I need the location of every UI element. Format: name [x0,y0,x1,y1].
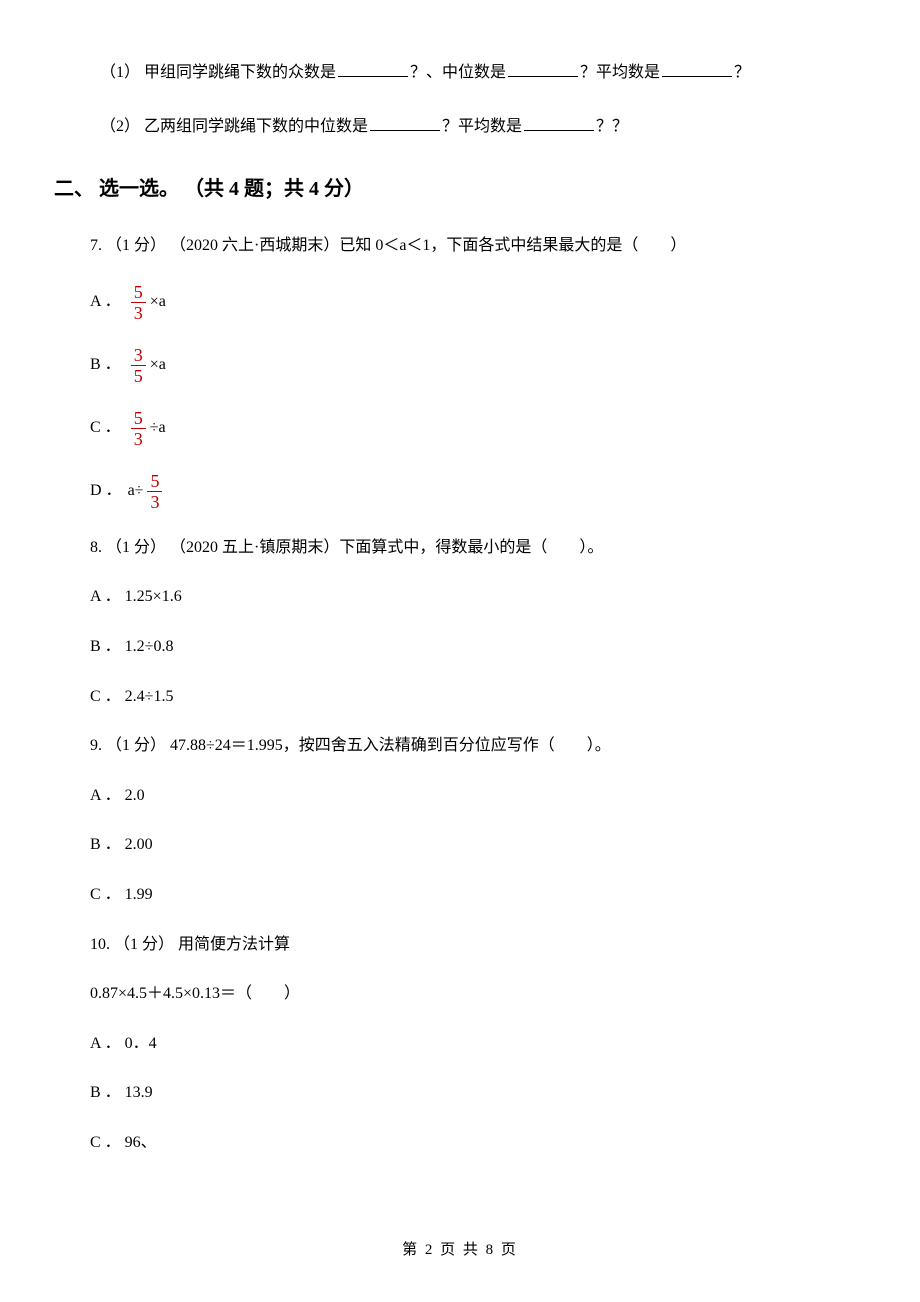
question-9-stem: 9. （1 分） 47.88÷24＝1.995，按四舍五入法精确到百分位应写作（… [90,733,830,759]
q8-option-b: B ． 1.2÷0.8 [90,634,830,660]
fraction-denominator: 5 [131,365,146,385]
q8-option-c: C ． 2.4÷1.5 [90,684,830,710]
sub-question-2: （2） 乙两组同学跳绳下数的中位数是 ？平均数是 ？？ [100,114,830,140]
page-content: （1） 甲组同学跳绳下数的众数是 ？、中位数是 ？平均数是 ？ （2） 乙两组同学跳绳… [0,0,920,1156]
sq2-prefix: （2） 乙两组同学跳绳下数的中位数是 [100,118,368,135]
fraction-numerator: 5 [147,472,162,491]
fraction-numerator: 5 [131,409,146,428]
q9-option-a: A ． 2.0 [90,783,830,809]
sub-question-1: （1） 甲组同学跳绳下数的众数是 ？、中位数是 ？平均数是 ？ [100,60,830,86]
question-10-expr: 0.87×4.5＋4.5×0.13＝（ ） [90,981,830,1007]
blank [508,61,578,77]
fraction-icon: 5 3 [131,409,146,448]
q9-option-c: C ． 1.99 [90,882,830,908]
sq1-suffix: ？ [734,64,750,81]
fraction-icon: 3 5 [131,346,146,385]
q7-option-d: D ． a÷ 5 3 [90,472,830,511]
option-pre: a÷ [128,478,144,504]
q7-option-c: C ． 5 3 ÷a [90,409,830,448]
sq1-mid2: ？平均数是 [580,64,660,81]
q10-option-b: B ． 13.9 [90,1080,830,1106]
blank [338,61,408,77]
blank [370,115,440,131]
q7-option-b: B ． 3 5 ×a [90,346,830,385]
q10-option-a: A ． 0．4 [90,1031,830,1057]
fraction-denominator: 3 [131,428,146,448]
q10-option-c: C ． 96、 [90,1130,830,1156]
sq2-mid1: ？平均数是 [442,118,522,135]
option-label: A ． [90,289,121,315]
option-label: D ． [90,478,122,504]
q7-option-a: A ． 5 3 ×a [90,283,830,322]
question-7-stem: 7. （1 分） （2020 六上·西城期末）已知 0＜a＜1，下面各式中结果最… [90,233,830,259]
option-label: B ． [90,352,121,378]
option-tail: ×a [150,289,166,315]
q8-option-a: A ． 1.25×1.6 [90,584,830,610]
sq1-mid1: ？、中位数是 [410,64,506,81]
sq2-suffix: ？？ [596,118,628,135]
section-2-heading: 二、 选一选。 （共 4 题；共 4 分） [54,173,830,205]
blank [662,61,732,77]
question-8-stem: 8. （1 分） （2020 五上·镇原期末）下面算式中，得数最小的是（ ）。 [90,535,830,561]
question-10-stem: 10. （1 分） 用简便方法计算 [90,932,830,958]
option-label: C ． [90,415,121,441]
fraction-icon: 5 3 [147,472,162,511]
option-tail: ÷a [150,415,166,441]
sq1-prefix: （1） 甲组同学跳绳下数的众数是 [100,64,336,81]
blank [524,115,594,131]
fraction-denominator: 3 [131,302,146,322]
page-footer: 第 2 页 共 8 页 [0,1238,920,1262]
fraction-denominator: 3 [147,491,162,511]
q9-option-b: B ． 2.00 [90,832,830,858]
option-tail: ×a [150,352,166,378]
fraction-icon: 5 3 [131,283,146,322]
fraction-numerator: 5 [131,283,146,302]
fraction-numerator: 3 [131,346,146,365]
